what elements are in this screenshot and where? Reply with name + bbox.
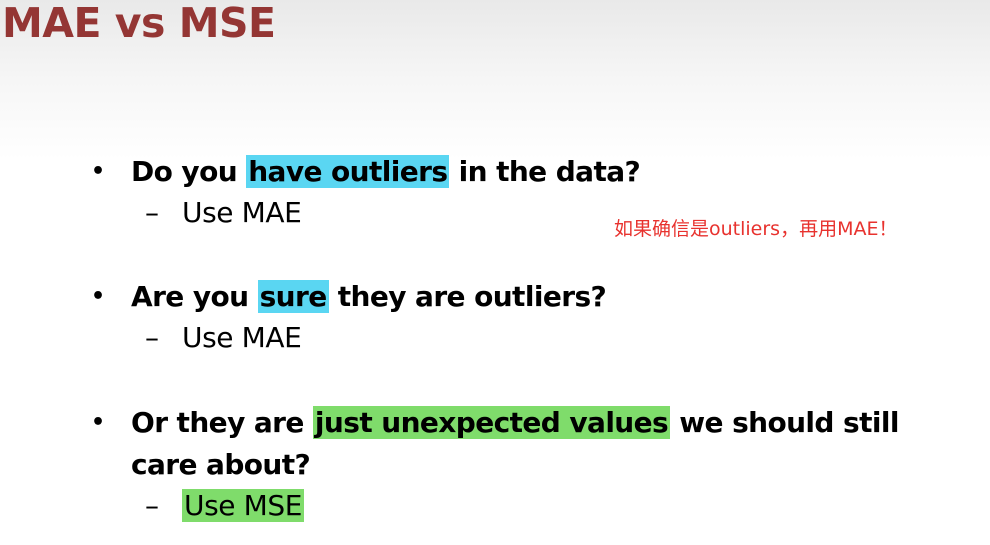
bullet-text: Are you [131,280,258,313]
highlighted-phrase: have outliers [246,155,450,188]
bullet-question-unexpected: Or they are just unexpected values we sh… [131,403,899,443]
highlighted-phrase: just unexpected values [312,406,671,439]
sub-bullet-answer: Use MSE [182,486,305,526]
sub-bullet-answer: Use MAE [182,196,302,229]
slide-title: MAE vs MSE [2,0,276,47]
bullet-question-sure: Are you sure they are outliers? [131,277,607,317]
bullet-marker: • [91,410,106,435]
bullet-marker: • [91,159,106,184]
bullet-text: in the data? [449,155,641,188]
bullet-text: we should still [670,406,899,439]
bullet-question-outliers: Do you have outliers in the data? [131,152,641,192]
handwritten-annotation: 如果确信是outliers，再用MAE！ [614,218,898,240]
bullet-text: Or they are [131,406,313,439]
sub-bullet-answer: Use MAE [182,321,302,354]
highlighted-answer: Use MSE [182,489,305,522]
sub-bullet-dash: – [145,321,159,354]
bullet-marker: • [91,284,106,309]
bullet-continuation: care about? [131,448,311,481]
highlighted-phrase: sure [257,280,329,313]
sub-bullet-dash: – [145,196,159,229]
bullet-text: they are outliers? [328,280,607,313]
bullet-text: Do you [131,155,247,188]
sub-bullet-dash: – [145,489,159,522]
